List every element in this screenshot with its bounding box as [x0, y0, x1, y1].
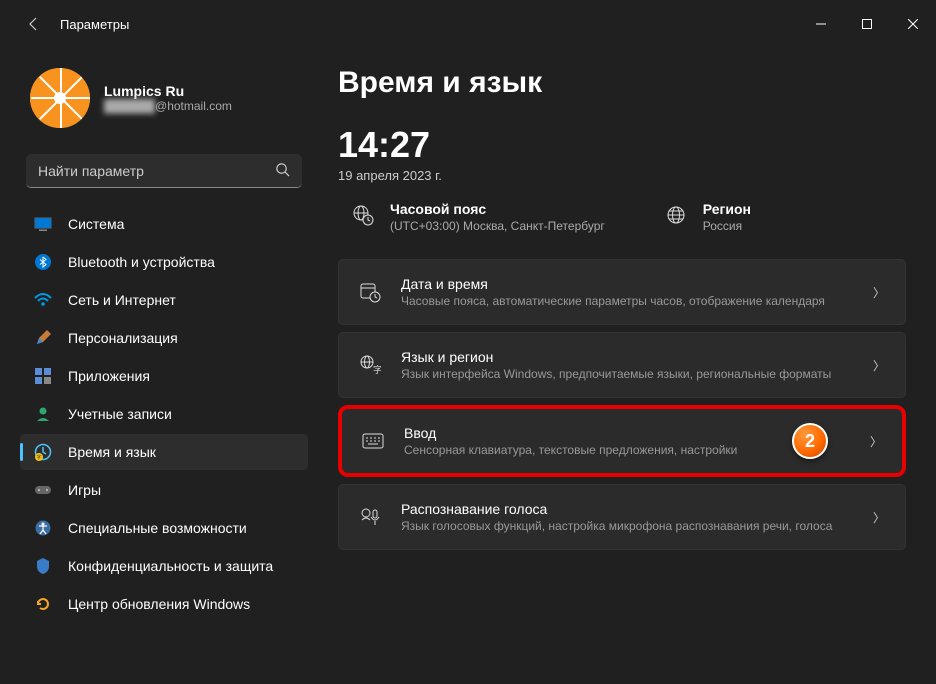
avatar — [30, 68, 90, 128]
sidebar-item-accounts[interactable]: Учетные записи — [20, 396, 308, 432]
close-icon — [908, 19, 918, 29]
sidebar-item-label: Bluetooth и устройства — [68, 254, 215, 270]
settings-list: Дата и время Часовые пояса, автоматическ… — [338, 259, 906, 550]
svg-text:字: 字 — [373, 364, 381, 375]
sidebar: Lumpics Ru ██████@hotmail.com Система Bl… — [0, 48, 320, 684]
search-input[interactable] — [38, 163, 275, 179]
setting-date-time[interactable]: Дата и время Часовые пояса, автоматическ… — [338, 259, 906, 325]
language-icon: 字 — [359, 354, 381, 376]
wifi-icon — [34, 291, 52, 309]
timezone-block[interactable]: Часовой пояс (UTC+03:00) Москва, Санкт-П… — [352, 201, 605, 233]
setting-title: Распознавание голоса — [401, 501, 853, 517]
titlebar: Параметры — [0, 0, 936, 48]
sidebar-item-label: Учетные записи — [68, 406, 172, 422]
annotation-badge: 2 — [792, 423, 828, 459]
close-button[interactable] — [890, 0, 936, 48]
personalization-icon — [34, 329, 52, 347]
system-icon — [34, 215, 52, 233]
profile-email: ██████@hotmail.com — [104, 99, 232, 113]
sidebar-item-personalization[interactable]: Персонализация — [20, 320, 308, 356]
sidebar-item-label: Приложения — [68, 368, 150, 384]
sidebar-item-label: Система — [68, 216, 124, 232]
setting-speech[interactable]: Распознавание голоса Язык голосовых функ… — [338, 484, 906, 550]
sidebar-item-label: Конфиденциальность и защита — [68, 558, 273, 574]
back-button[interactable] — [18, 8, 50, 40]
minimize-button[interactable] — [798, 0, 844, 48]
chevron-right-icon: 〉 — [873, 509, 885, 526]
update-icon — [34, 595, 52, 613]
region-desc: Россия — [703, 219, 751, 233]
main-panel: Время и язык 14:27 19 апреля 2023 г. Час… — [320, 48, 936, 684]
maximize-button[interactable] — [844, 0, 890, 48]
setting-title: Язык и регион — [401, 349, 853, 365]
region-title: Регион — [703, 201, 751, 217]
keyboard-icon — [362, 430, 384, 452]
window-title: Параметры — [60, 17, 129, 32]
sidebar-item-label: Персонализация — [68, 330, 178, 346]
current-time: 14:27 — [338, 124, 906, 166]
time-language-icon: 字 — [34, 443, 52, 461]
setting-title: Ввод — [404, 425, 850, 441]
timezone-desc: (UTC+03:00) Москва, Санкт-Петербург — [390, 219, 605, 233]
maximize-icon — [862, 19, 872, 29]
accounts-icon — [34, 405, 52, 423]
sidebar-item-network[interactable]: Сеть и Интернет — [20, 282, 308, 318]
privacy-icon — [34, 557, 52, 575]
nav-list: Система Bluetooth и устройства Сеть и Ин… — [20, 206, 308, 622]
setting-desc: Часовые пояса, автоматические параметры … — [401, 294, 853, 308]
microphone-icon — [359, 506, 381, 528]
chevron-right-icon: 〉 — [873, 357, 885, 374]
sidebar-item-label: Время и язык — [68, 444, 156, 460]
sidebar-item-time-language[interactable]: 字 Время и язык — [20, 434, 308, 470]
svg-text:字: 字 — [36, 454, 41, 461]
search-icon — [275, 162, 290, 180]
setting-desc: Сенсорная клавиатура, текстовые предложе… — [404, 443, 850, 457]
setting-desc: Язык интерфейса Windows, предпочитаемые … — [401, 367, 853, 381]
sidebar-item-label: Сеть и Интернет — [68, 292, 176, 308]
window-controls — [798, 0, 936, 48]
setting-title: Дата и время — [401, 276, 853, 292]
sidebar-item-privacy[interactable]: Конфиденциальность и защита — [20, 548, 308, 584]
sidebar-item-label: Специальные возможности — [68, 520, 247, 536]
current-date: 19 апреля 2023 г. — [338, 168, 906, 183]
sidebar-item-accessibility[interactable]: Специальные возможности — [20, 510, 308, 546]
chevron-right-icon: 〉 — [870, 433, 882, 450]
profile-name: Lumpics Ru — [104, 83, 232, 99]
setting-input[interactable]: Ввод Сенсорная клавиатура, текстовые пре… — [338, 405, 906, 477]
calendar-clock-icon — [359, 281, 381, 303]
sidebar-item-label: Центр обновления Windows — [68, 596, 250, 612]
sidebar-item-apps[interactable]: Приложения — [20, 358, 308, 394]
setting-desc: Язык голосовых функций, настройка микроф… — [401, 519, 853, 533]
profile-block[interactable]: Lumpics Ru ██████@hotmail.com — [20, 48, 308, 146]
minimize-icon — [816, 19, 826, 29]
page-title: Время и язык — [338, 66, 906, 100]
arrow-left-icon — [26, 16, 42, 32]
sidebar-item-gaming[interactable]: Игры — [20, 472, 308, 508]
apps-icon — [34, 367, 52, 385]
accessibility-icon — [34, 519, 52, 537]
setting-language-region[interactable]: 字 Язык и регион Язык интерфейса Windows,… — [338, 332, 906, 398]
sidebar-item-bluetooth[interactable]: Bluetooth и устройства — [20, 244, 308, 280]
sidebar-item-update[interactable]: Центр обновления Windows — [20, 586, 308, 622]
timezone-title: Часовой пояс — [390, 201, 605, 217]
sidebar-item-system[interactable]: Система — [20, 206, 308, 242]
globe-icon — [665, 204, 687, 226]
chevron-right-icon: 〉 — [873, 284, 885, 301]
sidebar-item-label: Игры — [68, 482, 101, 498]
globe-clock-icon — [352, 204, 374, 226]
bluetooth-icon — [34, 253, 52, 271]
region-block[interactable]: Регион Россия — [665, 201, 751, 233]
search-box[interactable] — [26, 154, 302, 188]
gaming-icon — [34, 481, 52, 499]
